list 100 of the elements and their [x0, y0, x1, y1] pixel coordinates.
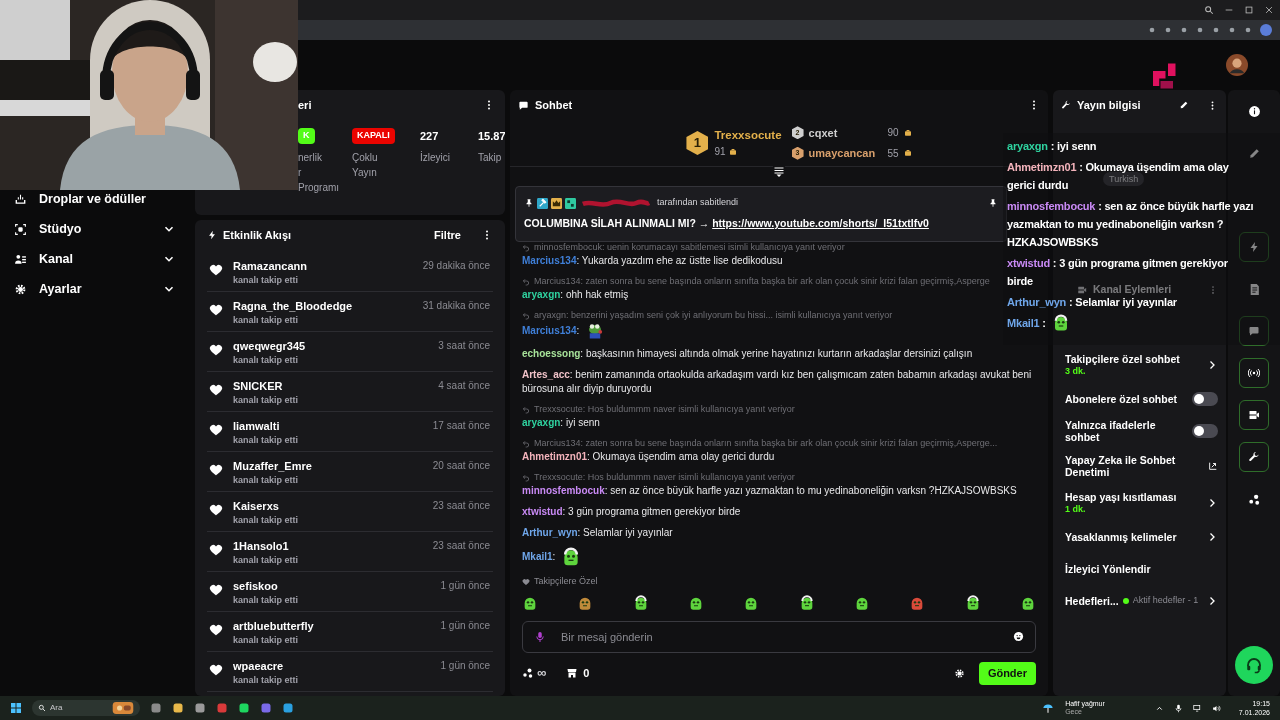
follower-name[interactable]: Muzaffer_Emre	[233, 459, 312, 473]
action-label[interactable]: Abonelere özel sohbet	[1065, 393, 1178, 405]
pinned-link[interactable]: https://www.youtube.com/shorts/_I51txtIfv0	[712, 215, 929, 232]
microphone-icon[interactable]	[1173, 703, 1183, 713]
section-label: Takipçilere Özel	[534, 575, 598, 589]
follower-name[interactable]: Kaiserxs	[233, 499, 279, 513]
close-icon[interactable]	[1264, 5, 1274, 15]
app-icon[interactable]	[282, 702, 294, 714]
follower-name[interactable]: liamwalti	[233, 419, 280, 433]
broadcast-button[interactable]	[1239, 358, 1269, 388]
follower-name[interactable]: artbluebutterfly	[233, 619, 314, 633]
sidebar-item[interactable]: Kanal	[14, 250, 176, 268]
event-text: kanalı takip etti	[233, 634, 299, 647]
chat-icon	[518, 99, 529, 111]
maximize-icon[interactable]	[1244, 5, 1254, 15]
sidebar-item[interactable]: Ayarlar	[14, 280, 176, 298]
settings-icon	[14, 282, 27, 296]
follower-name[interactable]: SNICKER	[233, 379, 283, 393]
follower-name[interactable]: qweqwegr345	[233, 339, 306, 353]
store-icon[interactable]	[566, 667, 579, 679]
event-time: 1 gün önce	[440, 659, 491, 673]
search-box[interactable]: Ara	[32, 700, 140, 716]
app-icon[interactable]	[260, 702, 272, 714]
reply-icon	[522, 405, 530, 414]
settings-icon[interactable]	[953, 667, 965, 679]
app-icon[interactable]	[150, 702, 162, 714]
emote-icon[interactable]	[964, 595, 981, 611]
emote-icon[interactable]	[798, 595, 815, 611]
action-label[interactable]: Yasaklanmış kelimeler	[1065, 531, 1177, 543]
action-value: 3 dk.	[1065, 365, 1086, 377]
filter-button[interactable]: Filtre	[434, 226, 461, 244]
wrench-button[interactable]	[1239, 442, 1269, 472]
reply-context: Marcius134: zaten sonra bu sene başında onların sınıfta başka bir ark olan çocuk sinir krizi falan geçirmiş,Asperge...	[534, 437, 998, 450]
emoji-icon[interactable]	[1013, 631, 1024, 642]
chat-message: Arthur_wyn: Selamlar iyi yayınlar	[522, 526, 673, 540]
app-icon[interactable]	[238, 702, 250, 714]
leader-points: 91	[714, 145, 726, 160]
drops-icon	[14, 192, 27, 206]
message-input[interactable]: Bir mesaj gönderin	[522, 621, 1036, 653]
avatar-icon[interactable]	[1226, 54, 1248, 76]
follower-name[interactable]: wpaeacre	[233, 659, 284, 673]
send-button[interactable]: Gönder	[978, 661, 1036, 685]
edit-icon[interactable]	[1179, 100, 1189, 110]
emote-icon[interactable]	[522, 595, 538, 611]
support-button[interactable]	[1235, 646, 1273, 684]
event-text: kanalı takip etti	[233, 474, 299, 487]
sidebar-item[interactable]: Droplar ve ödüller	[14, 190, 176, 208]
collapse-icon[interactable]	[773, 165, 785, 178]
toggle-switch[interactable]	[1192, 424, 1218, 438]
monitor-icon[interactable]	[1192, 703, 1202, 713]
search-icon[interactable]	[1204, 5, 1214, 15]
wrench-icon	[1061, 100, 1071, 110]
leader-name[interactable]: umaycancan	[808, 145, 883, 162]
dots-icon[interactable]	[1247, 492, 1261, 506]
toggle-switch[interactable]	[1192, 392, 1218, 406]
stat-value: 15.87	[478, 128, 505, 144]
chat-message: aryaxgn: ohh hak etmiş	[522, 288, 629, 302]
app-icon[interactable]	[194, 702, 206, 714]
reply-icon	[522, 473, 530, 482]
leader-name[interactable]: Trexxsocute	[714, 126, 782, 145]
bolt-button[interactable]	[1239, 232, 1269, 262]
event-text: kanalı takip etti	[233, 314, 299, 327]
action-label[interactable]: İzleyici Yönlendir	[1065, 563, 1151, 575]
action-label[interactable]: Yapay Zeka ile Sohbet Denetimi	[1065, 453, 1204, 478]
volume-icon[interactable]	[1211, 703, 1221, 713]
external-link-icon[interactable]	[1208, 460, 1218, 471]
crown-badge-icon	[551, 197, 562, 209]
windows-icon[interactable]	[10, 702, 22, 714]
follower-name[interactable]: Ramazancann	[233, 259, 307, 273]
leader-name[interactable]: cqxet	[808, 124, 883, 141]
emote-icon[interactable]	[632, 595, 649, 611]
action-label[interactable]: Hedefleri...	[1065, 595, 1119, 607]
follower-name[interactable]: Ragna_the_Bloodedge	[233, 299, 353, 313]
action-label[interactable]: Yalnızca ifadelerle sohbet	[1065, 419, 1188, 443]
chat-message: echoessong: başkasının himayesi altında olmak yerine hayatınızı kurtarın arkadaşlar dersinizi çalışın	[522, 347, 973, 361]
points-balance: ∞	[537, 664, 547, 683]
overlay-chat-line: Ahmetimzn01 : Okumaya üşendim ama olay	[1007, 160, 1229, 175]
panel-title: Yayın bilgisi	[1077, 97, 1142, 113]
camera-button[interactable]	[1239, 400, 1269, 430]
chat-message: minnosfembocuk: sen az önce büyük harfle yazı yazmaktan to mu yedinaboneliğin varksn ?HZKAJSOWBSKS	[522, 484, 1017, 498]
follower-name[interactable]: sefiskoo	[233, 579, 278, 593]
heart-icon	[209, 263, 223, 277]
chat-button[interactable]	[1239, 316, 1269, 346]
app-icon[interactable]	[172, 702, 184, 714]
dots-icon[interactable]	[522, 667, 534, 679]
event-time: 23 saat önce	[432, 539, 491, 553]
search-icon	[38, 704, 46, 712]
emote-icon[interactable]	[688, 595, 704, 611]
stat-label: nerlik r Programı	[298, 151, 341, 195]
profile-avatar[interactable]	[1260, 24, 1272, 36]
follower-name[interactable]: 1Hansolo1	[233, 539, 289, 553]
overlay-chat-line: HZKAJSOWBSKS	[1007, 235, 1099, 250]
action-label[interactable]: Takipçilere özel sohbet	[1065, 352, 1180, 365]
bolt-icon	[1248, 241, 1260, 253]
action-label[interactable]: Hesap yaşı kısıtlaması	[1065, 490, 1177, 503]
info-icon[interactable]	[1247, 104, 1261, 118]
sidebar-item[interactable]: Stüdyo	[14, 220, 176, 238]
overlay-chat-line: Mkail1 :	[1007, 316, 1046, 331]
points-icon	[728, 147, 737, 156]
pinned-text: COLUMBINA SİLAH ALINMALI MI? →	[524, 215, 711, 231]
